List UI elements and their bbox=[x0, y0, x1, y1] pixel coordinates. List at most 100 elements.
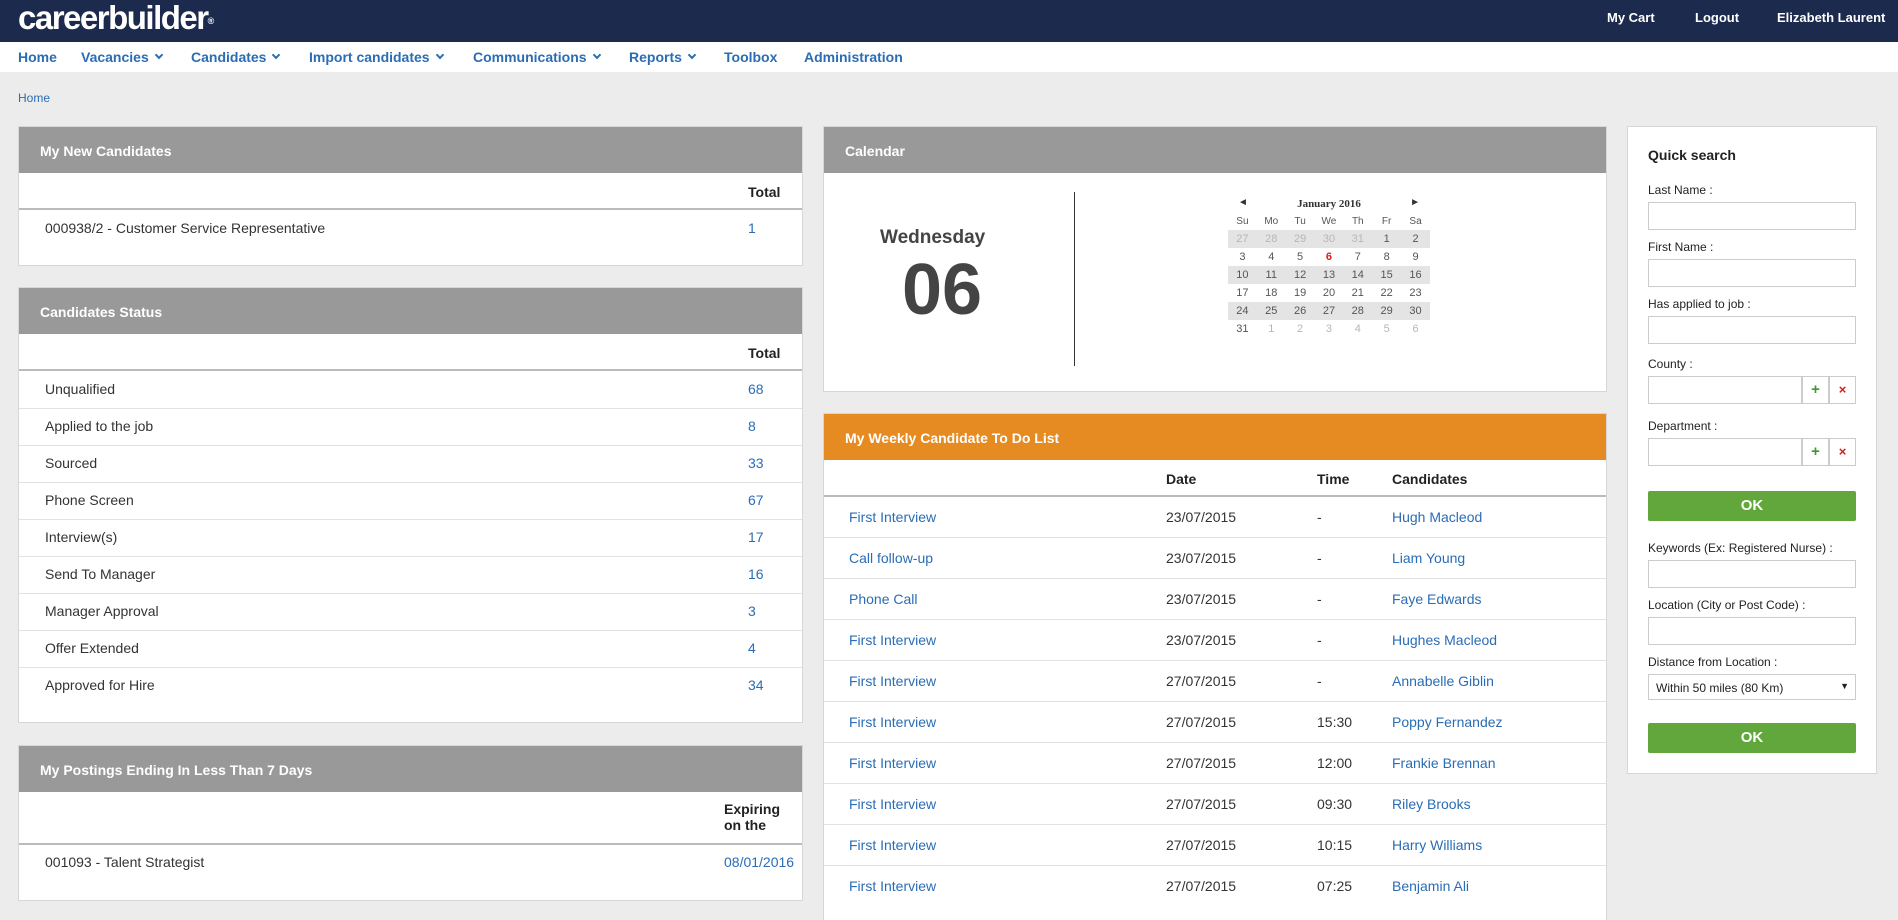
user-name-link[interactable]: Elizabeth Laurent bbox=[1777, 10, 1885, 25]
status-count-link[interactable]: 3 bbox=[748, 603, 756, 619]
distance-select[interactable]: Within 50 miles (80 Km) ▼ bbox=[1648, 674, 1856, 700]
candidate-link[interactable]: Harry Williams bbox=[1392, 837, 1482, 853]
status-count-link[interactable]: 33 bbox=[748, 455, 764, 471]
candidate-link[interactable]: Annabelle Giblin bbox=[1392, 673, 1494, 689]
calendar-day[interactable]: 11 bbox=[1256, 266, 1286, 284]
nav-administration[interactable]: Administration bbox=[804, 49, 903, 65]
status-count-link[interactable]: 34 bbox=[748, 677, 764, 693]
nav-candidates[interactable]: Candidates bbox=[191, 49, 281, 65]
county-remove-button[interactable]: × bbox=[1829, 376, 1856, 404]
calendar-day[interactable]: 27 bbox=[1314, 302, 1344, 320]
calendar-day[interactable]: 22 bbox=[1372, 284, 1401, 302]
task-link[interactable]: First Interview bbox=[849, 632, 936, 648]
county-input[interactable] bbox=[1648, 376, 1802, 404]
calendar-day[interactable]: 1 bbox=[1257, 320, 1286, 338]
calendar-day[interactable]: 24 bbox=[1228, 302, 1257, 320]
calendar-day[interactable]: 5 bbox=[1286, 248, 1315, 266]
nav-toolbox[interactable]: Toolbox bbox=[724, 49, 777, 65]
calendar-day[interactable]: 31 bbox=[1228, 320, 1257, 338]
calendar-day[interactable]: 29 bbox=[1372, 302, 1402, 320]
status-count-link[interactable]: 8 bbox=[748, 418, 756, 434]
calendar-day[interactable]: 28 bbox=[1343, 302, 1373, 320]
posting-expiry-link[interactable]: 08/01/2016 bbox=[724, 854, 794, 870]
nav-home[interactable]: Home bbox=[18, 49, 57, 65]
task-link[interactable]: First Interview bbox=[849, 509, 936, 525]
calendar-day[interactable]: 2 bbox=[1286, 320, 1315, 338]
calendar-day[interactable]: 30 bbox=[1401, 302, 1430, 320]
calendar-day[interactable]: 1 bbox=[1372, 230, 1402, 248]
search-ok-button[interactable]: OK bbox=[1648, 491, 1856, 521]
calendar-day[interactable]: 4 bbox=[1257, 248, 1286, 266]
location-ok-button[interactable]: OK bbox=[1648, 723, 1856, 753]
calendar-day[interactable]: 3 bbox=[1315, 320, 1344, 338]
calendar-day[interactable]: 7 bbox=[1343, 248, 1372, 266]
breadcrumb-home[interactable]: Home bbox=[18, 91, 50, 105]
candidate-link[interactable]: Frankie Brennan bbox=[1392, 755, 1496, 771]
logout-link[interactable]: Logout bbox=[1695, 10, 1739, 25]
calendar-day[interactable]: 5 bbox=[1372, 320, 1401, 338]
calendar-day[interactable]: 30 bbox=[1314, 230, 1344, 248]
calendar-day-today[interactable]: 6 bbox=[1315, 248, 1344, 266]
my-cart-link[interactable]: My Cart bbox=[1607, 10, 1655, 25]
candidate-link[interactable]: Hugh Macleod bbox=[1392, 509, 1482, 525]
task-link[interactable]: Call follow-up bbox=[849, 550, 933, 566]
calendar-day[interactable]: 25 bbox=[1256, 302, 1286, 320]
nav-import-candidates[interactable]: Import candidates bbox=[309, 49, 444, 65]
candidate-link[interactable]: Faye Edwards bbox=[1392, 591, 1481, 607]
calendar-day[interactable]: 10 bbox=[1228, 266, 1257, 284]
candidate-link[interactable]: Poppy Fernandez bbox=[1392, 714, 1503, 730]
calendar-day[interactable]: 29 bbox=[1285, 230, 1315, 248]
calendar-day[interactable]: 31 bbox=[1343, 230, 1373, 248]
nav-vacancies[interactable]: Vacancies bbox=[81, 49, 163, 65]
task-link[interactable]: First Interview bbox=[849, 673, 936, 689]
calendar-day[interactable]: 17 bbox=[1228, 284, 1257, 302]
department-input[interactable] bbox=[1648, 438, 1802, 466]
keywords-input[interactable] bbox=[1648, 560, 1856, 588]
applied-to-job-input[interactable] bbox=[1648, 316, 1856, 344]
last-name-input[interactable] bbox=[1648, 202, 1856, 230]
calendar-day[interactable]: 12 bbox=[1285, 266, 1315, 284]
calendar-day[interactable]: 15 bbox=[1372, 266, 1402, 284]
calendar-day[interactable]: 23 bbox=[1401, 284, 1430, 302]
department-remove-button[interactable]: × bbox=[1829, 438, 1856, 466]
calendar-day[interactable]: 20 bbox=[1315, 284, 1344, 302]
next-month-icon[interactable]: ► bbox=[1410, 197, 1420, 208]
nav-communications[interactable]: Communications bbox=[473, 49, 601, 65]
nav-reports[interactable]: Reports bbox=[629, 49, 697, 65]
department-add-button[interactable]: + bbox=[1802, 438, 1829, 466]
calendar-day[interactable]: 4 bbox=[1343, 320, 1372, 338]
task-link[interactable]: First Interview bbox=[849, 837, 936, 853]
calendar-day[interactable]: 8 bbox=[1372, 248, 1401, 266]
task-link[interactable]: First Interview bbox=[849, 755, 936, 771]
county-add-button[interactable]: + bbox=[1802, 376, 1829, 404]
calendar-day[interactable]: 16 bbox=[1401, 266, 1430, 284]
candidate-link[interactable]: Riley Brooks bbox=[1392, 796, 1471, 812]
careerbuilder-logo[interactable]: careerbuilder® bbox=[18, 1, 214, 34]
status-count-link[interactable]: 17 bbox=[748, 529, 764, 545]
task-link[interactable]: Phone Call bbox=[849, 591, 918, 607]
first-name-input[interactable] bbox=[1648, 259, 1856, 287]
task-link[interactable]: First Interview bbox=[849, 796, 936, 812]
calendar-day[interactable]: 13 bbox=[1314, 266, 1344, 284]
task-link[interactable]: First Interview bbox=[849, 878, 936, 894]
task-link[interactable]: First Interview bbox=[849, 714, 936, 730]
calendar-day[interactable]: 2 bbox=[1401, 230, 1430, 248]
calendar-day[interactable]: 18 bbox=[1257, 284, 1286, 302]
row-total-link[interactable]: 1 bbox=[748, 220, 756, 236]
status-count-link[interactable]: 16 bbox=[748, 566, 764, 582]
calendar-day[interactable]: 14 bbox=[1343, 266, 1373, 284]
calendar-day[interactable]: 26 bbox=[1285, 302, 1315, 320]
calendar-day[interactable]: 19 bbox=[1286, 284, 1315, 302]
calendar-day[interactable]: 27 bbox=[1228, 230, 1257, 248]
calendar-day[interactable]: 6 bbox=[1401, 320, 1430, 338]
status-count-link[interactable]: 4 bbox=[748, 640, 756, 656]
calendar-day[interactable]: 28 bbox=[1256, 230, 1286, 248]
candidate-link[interactable]: Liam Young bbox=[1392, 550, 1465, 566]
calendar-day[interactable]: 9 bbox=[1401, 248, 1430, 266]
location-input[interactable] bbox=[1648, 617, 1856, 645]
candidate-link[interactable]: Benjamin Ali bbox=[1392, 878, 1469, 894]
candidate-link[interactable]: Hughes Macleod bbox=[1392, 632, 1497, 648]
status-count-link[interactable]: 68 bbox=[748, 381, 764, 397]
status-count-link[interactable]: 67 bbox=[748, 492, 764, 508]
calendar-day[interactable]: 3 bbox=[1228, 248, 1257, 266]
